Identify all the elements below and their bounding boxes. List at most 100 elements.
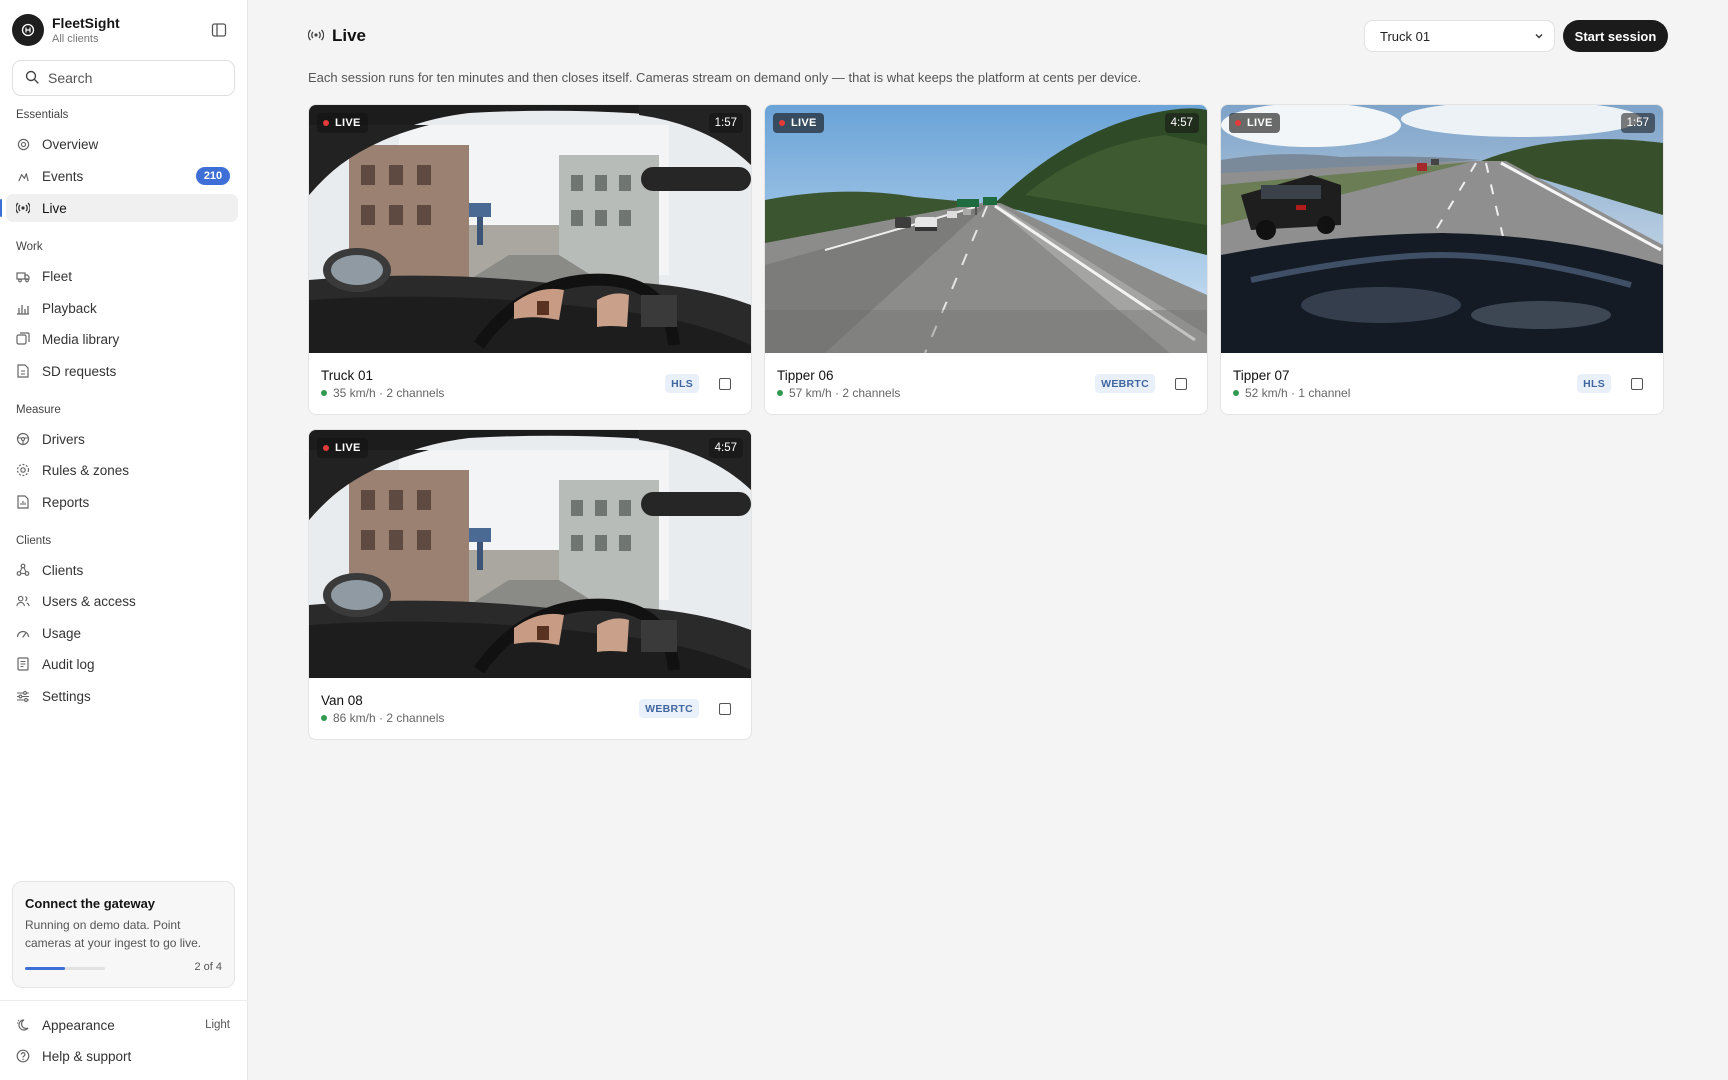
live-label: LIVE — [335, 117, 361, 129]
protocol-badge: WEBRTC — [1095, 374, 1155, 393]
live-camera-card[interactable]: LIVE 4:57 Van 08 86 km/h · 2 channels WE… — [308, 429, 752, 740]
sidebar-item-media-library[interactable]: Media library — [6, 325, 238, 353]
video-feed[interactable]: LIVE 1:57 — [309, 105, 751, 353]
sidebar-item-overview[interactable]: Overview — [6, 130, 238, 158]
appearance-label: Appearance — [42, 1017, 115, 1033]
help-icon — [16, 1049, 30, 1063]
live-label: LIVE — [1247, 117, 1273, 129]
select-checkbox[interactable] — [1175, 378, 1187, 390]
vehicle-meta: 52 km/h · 1 channel — [1233, 386, 1350, 400]
vehicle-select-value: Truck 01 — [1380, 28, 1431, 44]
page-header: Live — [307, 26, 367, 46]
truck-icon — [16, 269, 30, 283]
gateway-step: 2 of 4 — [194, 961, 222, 973]
video-feed[interactable]: LIVE 4:57 — [309, 430, 751, 678]
events-icon — [16, 169, 30, 183]
live-camera-card[interactable]: LIVE 1:57 Tipper 07 52 km/h · 1 channel … — [1220, 104, 1664, 415]
appearance-value: Light — [205, 1019, 230, 1031]
vehicle-meta-text: 86 km/h · 2 channels — [333, 711, 445, 725]
sidebar-item-usage[interactable]: Usage — [6, 619, 238, 647]
sd-card-icon — [16, 364, 30, 378]
users-icon — [16, 594, 30, 608]
sidebar-item-reports[interactable]: Reports — [6, 488, 238, 516]
brand-name: FleetSight — [52, 14, 120, 31]
vehicle-name: Truck 01 — [321, 368, 374, 383]
section-work: Work — [16, 241, 43, 253]
rules-zones-icon — [16, 463, 30, 477]
live-icon — [307, 28, 325, 45]
vehicle-meta: 86 km/h · 2 channels — [321, 711, 444, 725]
live-label: LIVE — [791, 117, 817, 129]
gateway-progress-bar — [25, 967, 105, 970]
select-checkbox[interactable] — [1631, 378, 1643, 390]
live-label: LIVE — [335, 442, 361, 454]
help-support-link[interactable]: Help & support — [6, 1042, 238, 1070]
report-icon — [16, 495, 30, 509]
sidebar-toggle-icon[interactable] — [208, 19, 230, 41]
live-camera-card[interactable]: LIVE 1:57 Truck 01 35 km/h · 2 channels … — [308, 104, 752, 415]
video-feed[interactable]: LIVE 4:57 — [765, 105, 1207, 353]
gateway-text: Running on demo data. Point cameras at y… — [25, 918, 202, 950]
media-library-icon — [16, 332, 30, 346]
sidebar-item-drivers[interactable]: Drivers — [6, 425, 238, 453]
sidebar-item-clients[interactable]: Clients — [6, 556, 238, 584]
card-footer: Tipper 06 57 km/h · 2 channels WEBRTC — [765, 353, 1207, 414]
start-session-button[interactable]: Start session — [1563, 20, 1668, 52]
select-checkbox[interactable] — [719, 703, 731, 715]
live-icon — [16, 201, 30, 215]
audit-log-icon — [16, 657, 30, 671]
select-checkbox[interactable] — [719, 378, 731, 390]
sidebar-item-label: Overview — [42, 136, 99, 152]
sidebar-item-rules-zones[interactable]: Rules & zones — [6, 456, 238, 484]
sidebar-item-users-access[interactable]: Users & access — [6, 587, 238, 615]
gateway-title: Connect the gateway — [25, 896, 156, 911]
sidebar-item-label: Settings — [42, 688, 91, 704]
card-footer: Tipper 07 52 km/h · 1 channel HLS — [1221, 353, 1663, 414]
sidebar-item-audit-log[interactable]: Audit log — [6, 650, 238, 678]
appearance-icon — [16, 1018, 30, 1032]
live-camera-card[interactable]: LIVE 4:57 Tipper 06 57 km/h · 2 channels… — [764, 104, 1208, 415]
sidebar-item-live[interactable]: Live — [0, 194, 238, 222]
sidebar-item-sd-requests[interactable]: SD requests — [6, 357, 238, 385]
connect-gateway-card[interactable]: Connect the gateway Running on demo data… — [12, 881, 235, 988]
sidebar-item-label: Playback — [42, 300, 97, 316]
sidebar-item-label: Fleet — [42, 268, 73, 284]
sidebar-divider — [0, 1000, 248, 1001]
sidebar-item-label: Live — [42, 200, 67, 216]
search-icon — [25, 70, 39, 87]
playback-icon — [16, 301, 30, 315]
vehicle-meta-text: 52 km/h · 1 channel — [1245, 386, 1351, 400]
search-box[interactable] — [12, 60, 235, 96]
sidebar-item-settings[interactable]: Settings — [6, 682, 238, 710]
live-badge: LIVE — [773, 113, 824, 133]
session-timer: 4:57 — [708, 438, 743, 458]
sidebar-item-label: Media library — [42, 331, 120, 347]
steering-wheel-icon — [16, 432, 30, 446]
appearance-toggle[interactable]: Appearance Light — [6, 1011, 238, 1039]
session-timer: 4:57 — [1164, 113, 1199, 133]
sidebar-item-label: Drivers — [42, 431, 85, 447]
vehicle-name: Van 08 — [321, 693, 363, 708]
sidebar-item-playback[interactable]: Playback — [6, 294, 238, 322]
sidebar-item-label: Rules & zones — [42, 462, 130, 478]
sidebar-item-fleet[interactable]: Fleet — [6, 262, 238, 290]
vehicle-select[interactable]: Truck 01 — [1364, 20, 1555, 52]
sidebar-item-events[interactable]: Events 210 — [6, 162, 238, 190]
live-badge: LIVE — [317, 113, 368, 133]
live-badge: LIVE — [1229, 113, 1280, 133]
live-dot-icon — [323, 445, 329, 451]
sidebar-item-label: Users & access — [42, 593, 136, 609]
vehicle-meta: 35 km/h · 2 channels — [321, 386, 444, 400]
page-title: Live — [332, 26, 367, 45]
vehicle-name: Tipper 07 — [1233, 368, 1290, 383]
online-status-dot-icon — [321, 715, 327, 721]
session-timer: 1:57 — [708, 113, 743, 133]
sidebar-item-label: Reports — [42, 494, 90, 510]
brand[interactable]: FleetSight All clients — [12, 14, 120, 46]
gateway-progress-fill — [25, 967, 65, 970]
search-input[interactable] — [48, 70, 218, 86]
live-dot-icon — [779, 120, 785, 126]
section-essentials: Essentials — [16, 109, 69, 121]
sidebar-item-label: Usage — [42, 625, 82, 641]
video-feed[interactable]: LIVE 1:57 — [1221, 105, 1663, 353]
